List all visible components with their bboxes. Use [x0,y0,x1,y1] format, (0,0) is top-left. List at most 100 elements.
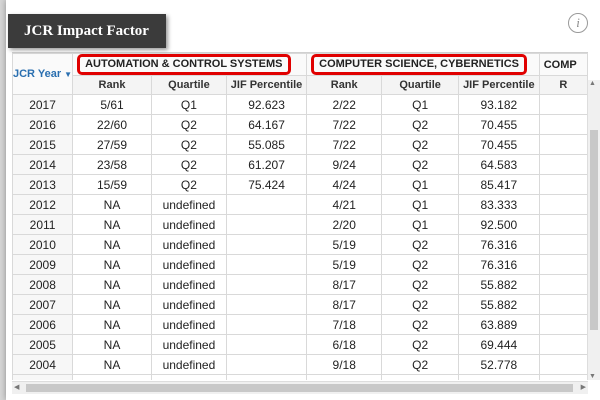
cybernetics-quartile-cell: Q2 [381,354,459,375]
group-header-comp[interactable]: COMP [538,53,588,76]
vertical-scrollbar[interactable]: ▲ ▼ [587,80,600,380]
automation-quartile-cell: Q2 [150,134,227,155]
table-row[interactable]: 2003NAundefined 12/18Q336.111 [12,374,588,380]
cybernetics-jif-percentile-cell: 76.316 [457,254,540,275]
automation-jif-percentile-cell [225,374,308,380]
jcr-year-label: JCR Year [13,67,62,80]
table-row[interactable]: 2014 23/58 Q2 61.207 9/24 Q2 64.583 [12,154,588,175]
automation-jif-percentile-cell: 61.207 [225,154,308,175]
table-row[interactable]: 2006 NA undefined 7/18 Q2 63.889 [12,314,588,335]
subheader-quartile[interactable]: Quartile [381,75,459,95]
scroll-left-icon[interactable]: ◀ [14,383,19,391]
automation-rank-cell: 22/60 [72,114,152,135]
year-cell: 2014 [12,154,74,175]
automation-quartile-cell: undefined [150,214,227,235]
automation-quartile-cell: undefined [150,194,227,215]
jcr-impact-factor-panel: JCR Impact Factor i JCR Year ▼ AUTOMATIO… [6,0,600,400]
automation-rank-cell: NA [72,314,152,335]
automation-rank-cell: 5/61 [72,94,152,115]
table-row[interactable]: 2017 5/61 Q1 92.623 2/22 Q1 93.182 [12,94,588,115]
scroll-right-icon[interactable]: ▶ [581,383,586,391]
comp-rank-cell [538,374,588,380]
cybernetics-quartile-cell: Q2 [381,314,459,335]
cybernetics-rank-cell: 2/22 [306,94,383,115]
table-row[interactable]: 2007 NA undefined 8/17 Q2 55.882 [12,294,588,315]
vertical-scroll-thumb[interactable] [590,130,598,330]
subheader-rank-partial[interactable]: R [538,75,588,95]
year-cell: 2017 [12,94,74,115]
group-header-cybernetics[interactable]: COMPUTER SCIENCE, CYBERNETICS [306,53,540,76]
group-label-comp: COMP [543,58,577,71]
year-cell: 2004 [12,354,74,375]
cybernetics-jif-percentile-cell: 70.455 [457,114,540,135]
comp-rank-cell [538,134,588,155]
sort-down-icon[interactable]: ▼ [64,70,71,79]
cybernetics-quartile-cell: Q2 [381,274,459,295]
subheader-row: Rank Quartile JIF Percentile Rank Quarti… [13,75,588,95]
year-cell: 2006 [12,314,74,335]
group-header-automation[interactable]: AUTOMATION & CONTROL SYSTEMS [72,53,308,76]
automation-jif-percentile-cell: 55.085 [225,134,308,155]
table-row[interactable]: 2010 NA undefined 5/19 Q2 76.316 [12,234,588,255]
cybernetics-rank-cell: 9/24 [306,154,383,175]
scroll-down-icon[interactable]: ▼ [589,373,596,380]
horizontal-scroll-thumb[interactable] [26,384,573,392]
cybernetics-quartile-cell: Q2 [381,154,459,175]
subheader-rank[interactable]: Rank [306,75,383,95]
automation-rank-cell: NA [72,294,152,315]
year-cell: 2007 [12,294,74,315]
comp-rank-cell [538,294,588,315]
subheader-rank[interactable]: Rank [72,75,152,95]
automation-rank-cell: 23/58 [72,154,152,175]
automation-jif-percentile-cell [225,334,308,355]
automation-jif-percentile-cell: 75.424 [225,174,308,195]
automation-jif-percentile-cell [225,274,308,295]
info-icon[interactable]: i [568,13,588,33]
scroll-up-icon[interactable]: ▲ [589,80,596,87]
subheader-jif-percentile[interactable]: JIF Percentile [225,75,308,95]
horizontal-scrollbar[interactable]: ◀ ▶ [12,381,588,394]
cybernetics-quartile-cell: Q1 [381,94,459,115]
group-label-automation: AUTOMATION & CONTROL SYSTEMS [77,54,291,75]
comp-rank-cell [538,194,588,215]
jcr-table: JCR Year ▼ AUTOMATION & CONTROL SYSTEMS … [12,53,588,380]
table-row[interactable]: 2012 NA undefined 4/21 Q1 83.333 [12,194,588,215]
comp-rank-cell [538,114,588,135]
subheader-quartile[interactable]: Quartile [150,75,227,95]
cybernetics-rank-cell: 12/18 [306,374,383,380]
subheader-jif-percentile[interactable]: JIF Percentile [457,75,540,95]
cybernetics-jif-percentile-cell: 85.417 [457,174,540,195]
comp-rank-cell [538,234,588,255]
year-cell: 2016 [12,114,74,135]
automation-jif-percentile-cell [225,294,308,315]
cybernetics-rank-cell: 2/20 [306,214,383,235]
automation-quartile-cell: Q2 [150,114,227,135]
cybernetics-jif-percentile-cell: 36.111 [457,374,540,380]
cybernetics-quartile-cell: Q1 [381,214,459,235]
automation-quartile-cell: Q2 [150,154,227,175]
automation-quartile-cell: undefined [150,274,227,295]
cybernetics-quartile-cell: Q3 [381,374,459,380]
jcr-year-header[interactable]: JCR Year ▼ [12,53,74,95]
table-row[interactable]: 2009 NA undefined 5/19 Q2 76.316 [12,254,588,275]
table-row[interactable]: 2016 22/60 Q2 64.167 7/22 Q2 70.455 [12,114,588,135]
comp-rank-cell [538,274,588,295]
automation-rank-cell: NA [72,194,152,215]
group-label-cybernetics: COMPUTER SCIENCE, CYBERNETICS [311,54,527,75]
year-cell: 2015 [12,134,74,155]
table-row[interactable]: 2008 NA undefined 8/17 Q2 55.882 [12,274,588,295]
automation-rank-cell: 15/59 [72,174,152,195]
table-row[interactable]: 2004 NA undefined 9/18 Q2 52.778 [12,354,588,375]
cybernetics-rank-cell: 8/17 [306,294,383,315]
cybernetics-rank-cell: 9/18 [306,354,383,375]
comp-rank-cell [538,254,588,275]
year-cell: 2013 [12,174,74,195]
cybernetics-jif-percentile-cell: 93.182 [457,94,540,115]
table-row[interactable]: 2015 27/59 Q2 55.085 7/22 Q2 70.455 [12,134,588,155]
cybernetics-quartile-cell: Q2 [381,334,459,355]
cybernetics-rank-cell: 5/19 [306,254,383,275]
table-row[interactable]: 2013 15/59 Q2 75.424 4/24 Q1 85.417 [12,174,588,195]
table-row[interactable]: 2005 NA undefined 6/18 Q2 69.444 [12,334,588,355]
cybernetics-jif-percentile-cell: 52.778 [457,354,540,375]
table-row[interactable]: 2011 NA undefined 2/20 Q1 92.500 [12,214,588,235]
